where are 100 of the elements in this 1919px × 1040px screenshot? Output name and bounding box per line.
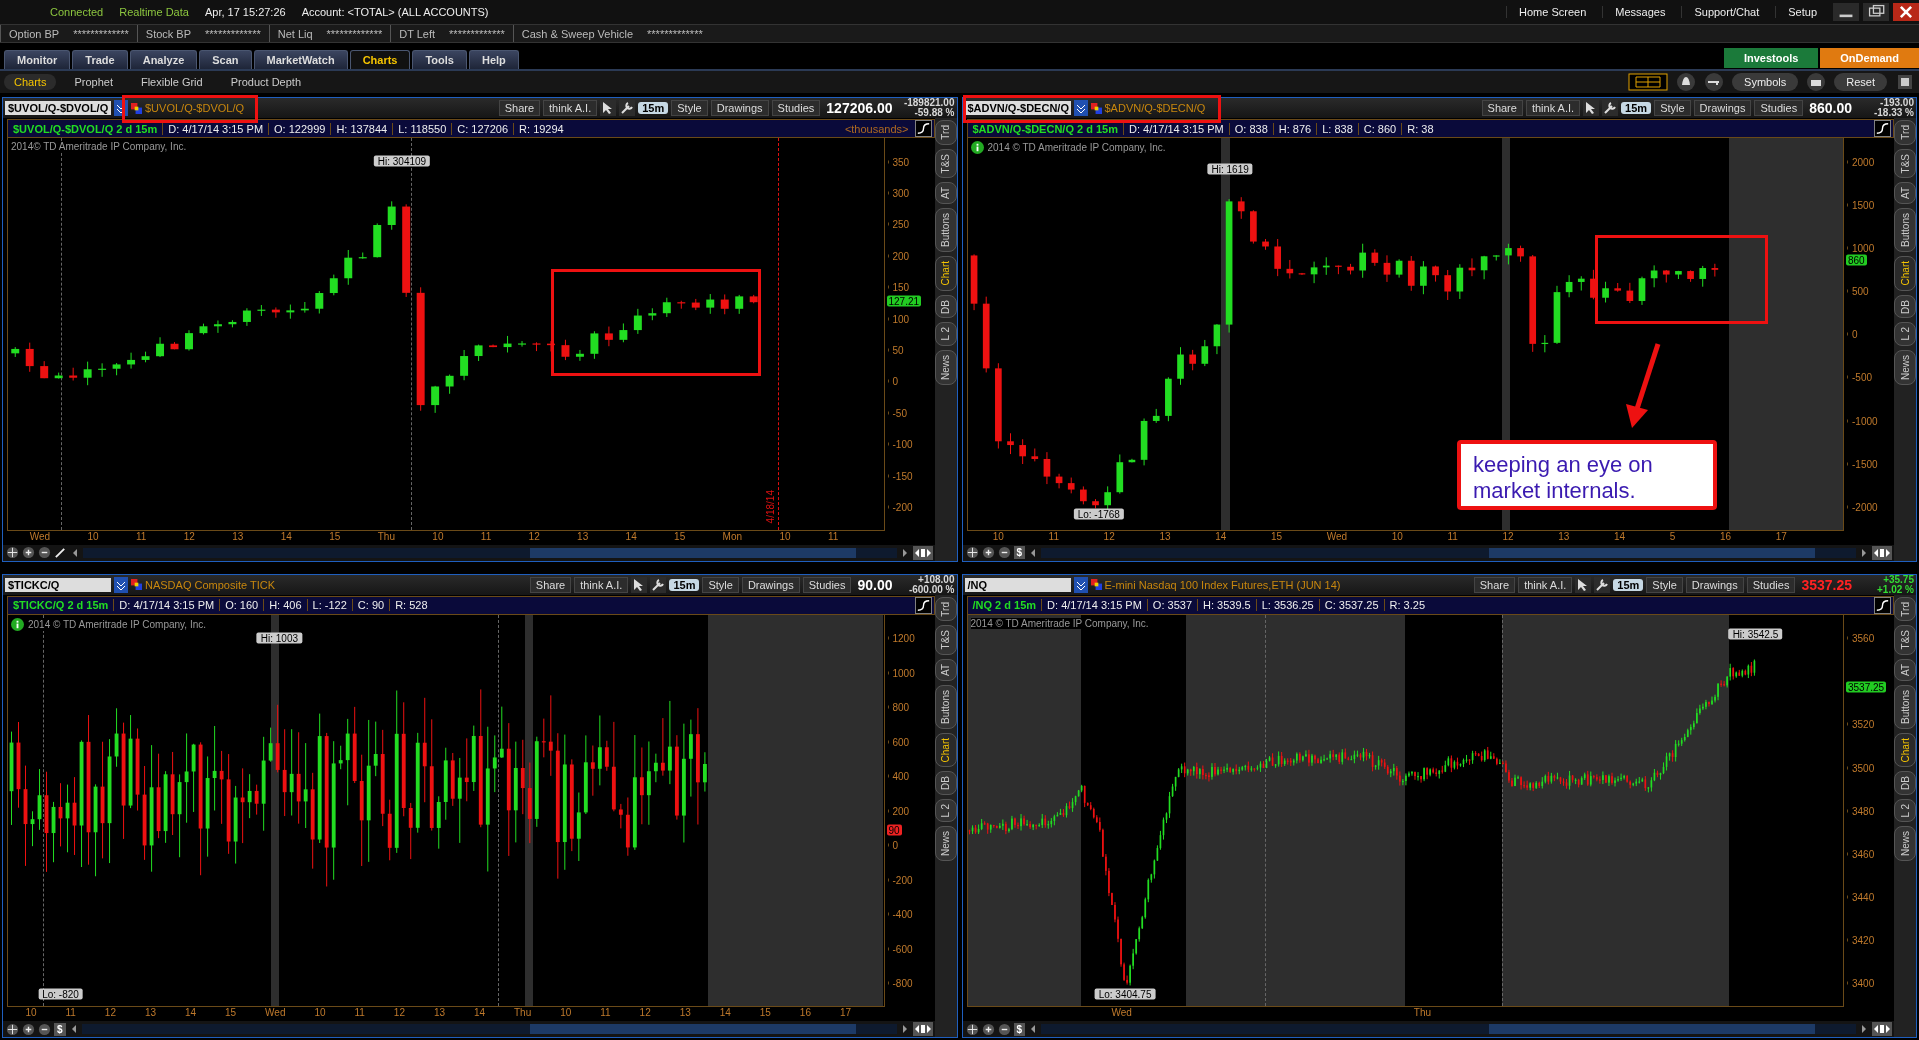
side-tab[interactable]: AT — [1894, 658, 1916, 681]
side-tab[interactable]: L 2 — [934, 798, 957, 823]
y-axis-label: 3480 — [1848, 805, 1875, 817]
side-tab[interactable]: News — [1894, 826, 1916, 862]
symbol-field[interactable]: $UVOL/Q-$DVOL/Q — [5, 101, 111, 115]
side-tab[interactable]: DB — [1894, 771, 1916, 795]
y-axis-label: 0 — [888, 839, 899, 851]
side-tab[interactable]: News — [934, 349, 957, 385]
studies-button[interactable]: Studies — [802, 576, 852, 593]
side-tab[interactable]: DB — [1894, 294, 1916, 319]
side-tab[interactable]: L 2 — [1894, 322, 1916, 346]
sub-tab[interactable]: Charts — [4, 74, 57, 90]
side-tab[interactable]: AT — [934, 182, 957, 205]
side-tab[interactable]: L 2 — [1894, 798, 1916, 823]
top-link[interactable]: Messages — [1602, 6, 1678, 18]
side-tab[interactable]: Chart — [1894, 256, 1916, 291]
x-axis-label: 14 — [719, 1007, 731, 1020]
ohlc-field: C: 127206 — [451, 122, 514, 135]
y-axis-label: -600 — [888, 943, 913, 955]
main-tab[interactable]: Analyze — [129, 50, 198, 69]
x-axis-label: 16 — [799, 1007, 811, 1020]
timeframe-badge[interactable]: 15m — [1613, 578, 1644, 591]
share-button[interactable]: Share — [1481, 100, 1523, 116]
currency-button[interactable]: $ — [1013, 1022, 1026, 1036]
x-axis-label: Mon — [722, 530, 743, 544]
main-tab[interactable]: Scan — [199, 50, 252, 69]
side-tab[interactable]: Chart — [1894, 732, 1916, 767]
symbol-field[interactable]: /NQ — [964, 577, 1071, 592]
currency-button[interactable]: $ — [1013, 546, 1026, 559]
style-button[interactable]: Style — [1654, 100, 1691, 116]
main-tab[interactable]: Help — [469, 50, 519, 69]
x-axis-label: Wed — [29, 530, 51, 544]
sub-tab[interactable]: Prophet — [64, 74, 123, 90]
side-tab[interactable]: Buttons — [1894, 208, 1916, 253]
think-ai-button[interactable]: think A.I. — [543, 100, 598, 116]
chart-title: $TICKC/Q 2 d 15m — [12, 599, 110, 611]
style-button[interactable]: Style — [671, 100, 708, 116]
side-tab[interactable]: Buttons — [934, 684, 957, 729]
timeframe-badge[interactable]: 15m — [669, 578, 700, 591]
timeframe-badge[interactable]: 15m — [1621, 102, 1652, 114]
side-tab[interactable]: Chart — [934, 732, 957, 767]
side-tab[interactable]: Chart — [934, 256, 957, 291]
side-tab[interactable]: L 2 — [934, 322, 957, 346]
main-tab[interactable]: Trade — [72, 50, 128, 69]
share-button[interactable]: Share — [1473, 576, 1516, 593]
sub-tab[interactable]: Product Depth — [220, 74, 311, 90]
main-tab[interactable]: Charts — [349, 50, 411, 69]
main-tab[interactable]: Tools — [412, 50, 467, 69]
low-label: Lo: 3404.75 — [1094, 988, 1156, 1000]
side-tab[interactable]: T&S — [934, 148, 957, 179]
currency-button[interactable]: $ — [54, 1022, 66, 1036]
side-tab[interactable]: DB — [934, 294, 957, 319]
x-axis-label: 10 — [432, 530, 444, 544]
think-ai-button[interactable]: think A.I. — [574, 576, 629, 593]
drawings-button[interactable]: Drawings — [710, 100, 769, 116]
investools-button[interactable]: Investools — [1723, 48, 1819, 68]
side-tab[interactable]: T&S — [1894, 148, 1916, 179]
style-button[interactable]: Style — [702, 576, 739, 593]
x-axis-label: 16 — [1720, 530, 1732, 544]
side-tab[interactable]: DB — [934, 771, 957, 795]
side-tab[interactable]: Trd — [1894, 120, 1916, 145]
side-tab[interactable]: Buttons — [934, 208, 957, 253]
symbol-field[interactable]: $ADVN/Q-$DECN/Q — [964, 101, 1071, 115]
price-change: -600.00 % — [908, 584, 955, 595]
share-button[interactable]: Share — [498, 100, 541, 116]
main-tab[interactable]: Monitor — [4, 50, 71, 69]
x-axis-label: 10 — [87, 530, 99, 544]
side-tab[interactable]: Trd — [934, 120, 957, 145]
drawings-button[interactable]: Drawings — [1693, 100, 1752, 116]
share-button[interactable]: Share — [529, 576, 572, 593]
side-tab[interactable]: News — [934, 826, 957, 862]
side-tab[interactable]: T&S — [1894, 625, 1916, 655]
think-ai-button[interactable]: think A.I. — [1525, 100, 1581, 116]
style-button[interactable]: Style — [1646, 576, 1683, 593]
reset-button[interactable]: Reset — [1834, 73, 1887, 91]
symbol-description: $UVOL/Q-$DVOL/Q — [145, 102, 245, 114]
sub-tab[interactable]: Flexible Grid — [130, 74, 213, 90]
drawings-button[interactable]: Drawings — [1685, 576, 1744, 593]
side-tab[interactable]: News — [1894, 349, 1916, 385]
think-ai-button[interactable]: think A.I. — [1518, 576, 1573, 593]
symbols-button[interactable]: Symbols — [1732, 73, 1799, 91]
symbol-field[interactable]: $TICKC/Q — [5, 577, 111, 592]
top-link[interactable]: Home Screen — [1506, 6, 1599, 18]
side-tab[interactable]: AT — [1894, 182, 1916, 205]
side-tab[interactable]: AT — [934, 658, 957, 681]
side-tab[interactable]: T&S — [934, 625, 957, 655]
drawings-button[interactable]: Drawings — [741, 576, 800, 593]
studies-button[interactable]: Studies — [771, 100, 821, 116]
studies-button[interactable]: Studies — [1754, 100, 1804, 116]
main-tab[interactable]: MarketWatch — [253, 50, 348, 69]
top-link[interactable]: Setup — [1775, 6, 1829, 18]
y-axis-label: -400 — [888, 908, 913, 920]
timeframe-badge[interactable]: 15m — [638, 102, 669, 114]
top-link[interactable]: Support/Chat — [1681, 6, 1772, 18]
studies-button[interactable]: Studies — [1746, 576, 1796, 593]
account-selector[interactable]: Account: <TOTAL> (ALL ACCOUNTS) — [301, 6, 489, 18]
side-tab[interactable]: Buttons — [1894, 684, 1916, 729]
side-tab[interactable]: Trd — [1894, 596, 1916, 622]
side-tab[interactable]: Trd — [934, 596, 957, 622]
high-label: Hi: 3542.5 — [1728, 628, 1783, 640]
